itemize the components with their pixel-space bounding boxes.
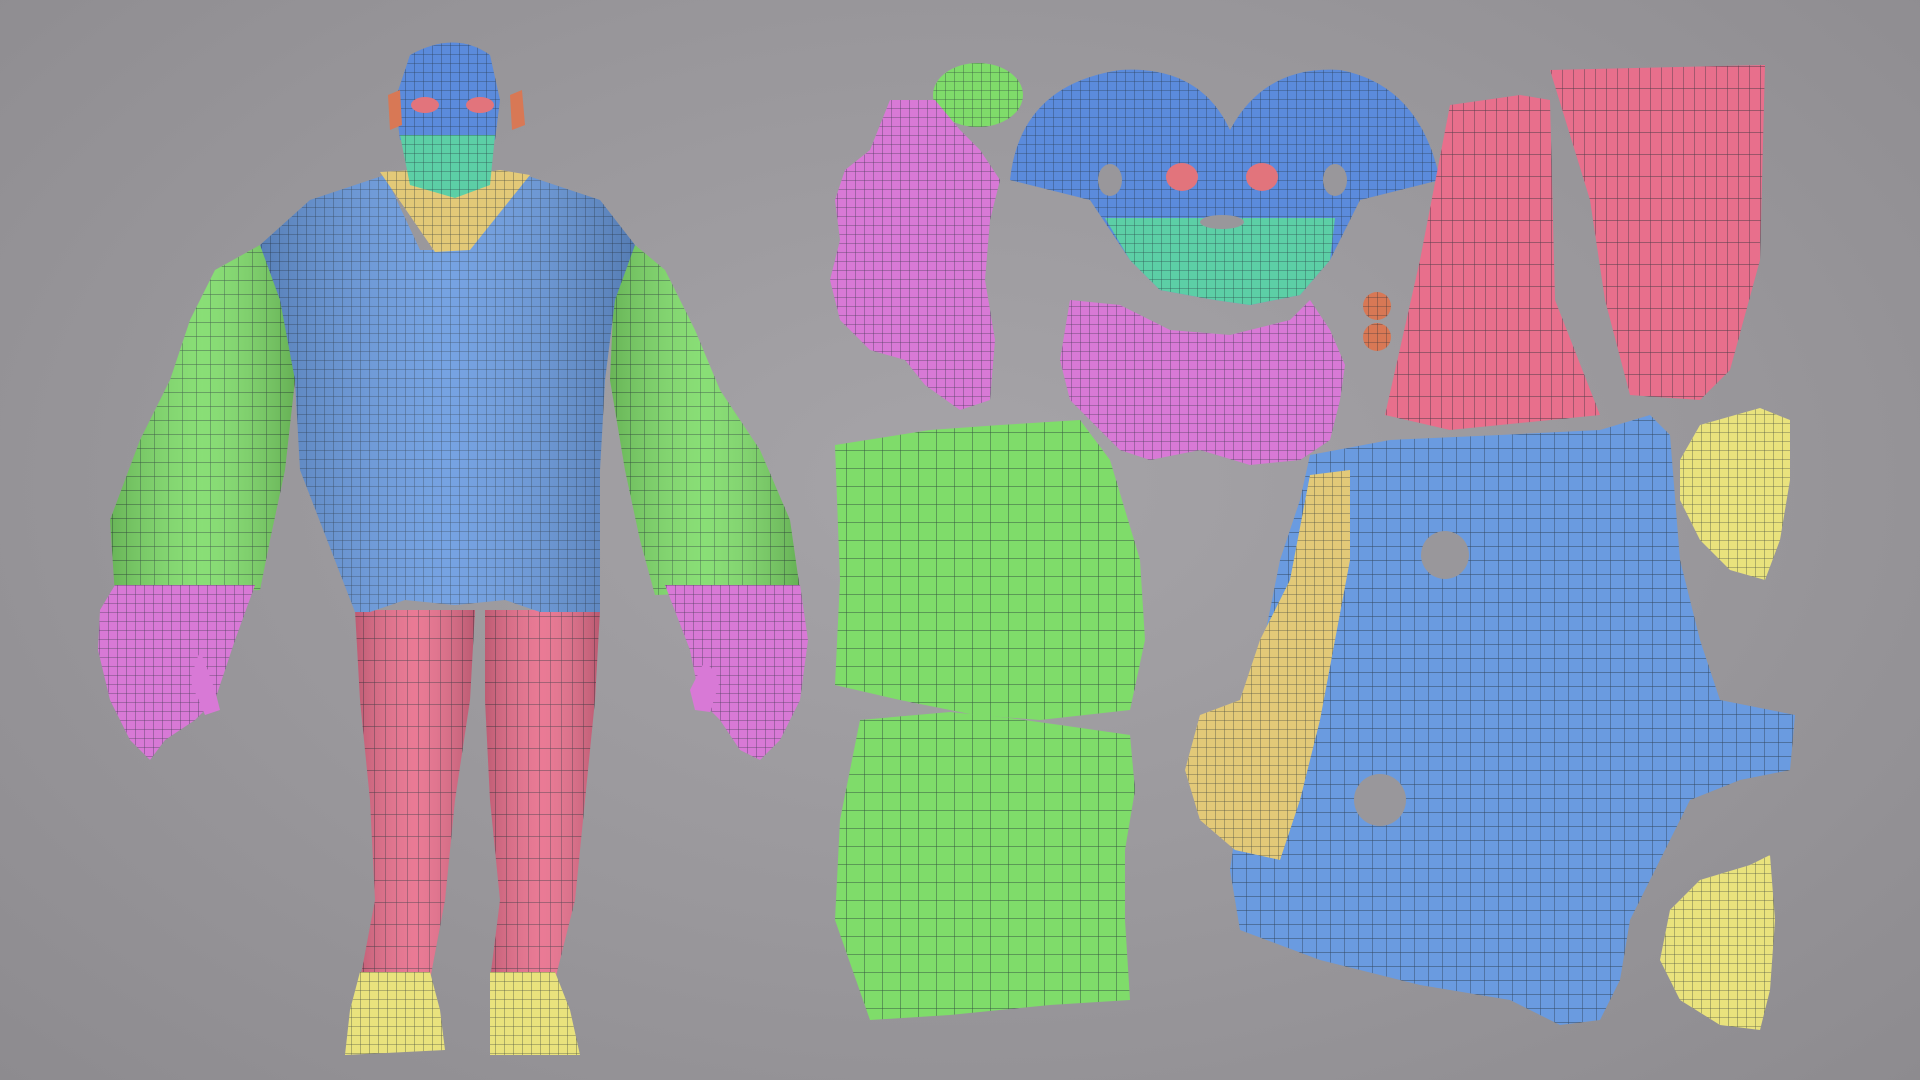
uv-eye-left xyxy=(1166,163,1198,191)
uv-island-hand-left xyxy=(830,100,1000,410)
eye-right xyxy=(466,97,494,113)
uv-island-arm-lower xyxy=(835,712,1135,1020)
leg-left xyxy=(355,610,475,980)
character-model xyxy=(98,42,808,1055)
uv-island-ears-small xyxy=(1363,292,1391,351)
uv-island-face xyxy=(1010,69,1440,306)
uv-layout-canvas xyxy=(0,0,1920,1080)
uv-island-hand-right xyxy=(1060,300,1345,465)
eye-left xyxy=(411,97,439,113)
hand-right xyxy=(665,585,808,760)
ear-right xyxy=(510,90,525,130)
uv-eye-right xyxy=(1246,163,1278,191)
ear-left xyxy=(388,90,402,130)
leg-right xyxy=(485,610,600,980)
arm-left xyxy=(110,245,295,595)
foot-left xyxy=(345,972,445,1055)
arm-right xyxy=(610,245,800,595)
hand-left xyxy=(98,585,255,760)
uv-layout-svg xyxy=(98,42,1795,1055)
uv-islands xyxy=(830,63,1795,1030)
foot-right xyxy=(490,972,580,1055)
uv-island-foot-bottom xyxy=(1660,855,1775,1030)
uv-island-foot-top xyxy=(1680,408,1790,580)
uv-island-leg-right xyxy=(1550,65,1765,400)
uv-island-arm-upper xyxy=(835,420,1145,720)
